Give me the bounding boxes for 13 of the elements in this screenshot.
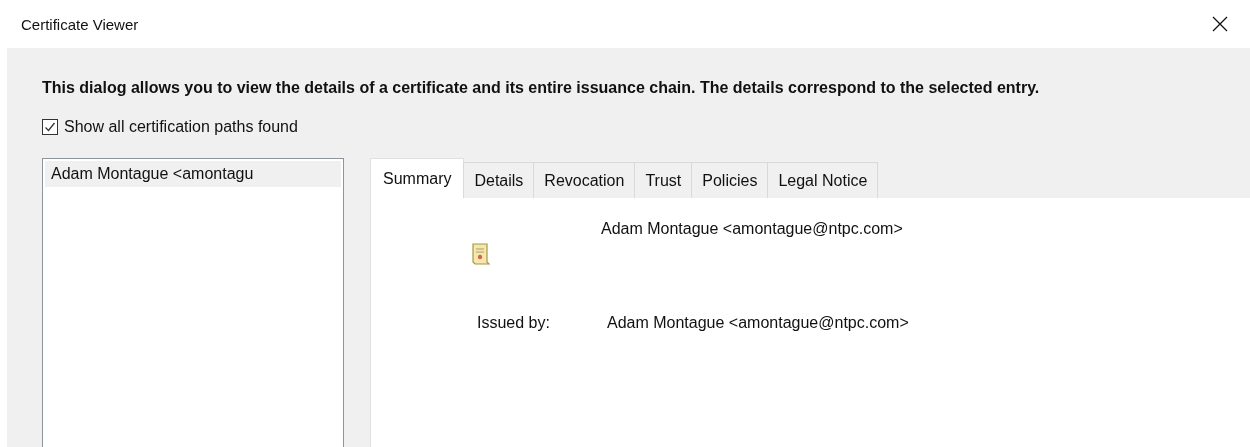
chain-item[interactable]: Adam Montague <amontagu xyxy=(45,161,341,187)
tab[interactable]: Legal Notice xyxy=(767,162,879,198)
close-icon[interactable] xyxy=(1212,16,1228,32)
window-title: Certificate Viewer xyxy=(21,15,139,33)
field-label: Issued by: xyxy=(477,314,551,332)
field-value: Adam Montague <amontague@ntpc.com> xyxy=(607,314,909,332)
description-text: This dialog allows you to view the details of a certificate and its entire issuance chain. The details correspond to the selected entry. xyxy=(42,78,1041,98)
checkbox[interactable] xyxy=(42,119,58,135)
tab[interactable]: Summary xyxy=(370,158,465,198)
tab[interactable]: Details xyxy=(463,162,535,198)
certificate-icon xyxy=(471,242,491,266)
checkbox-label[interactable]: Show all certification paths found xyxy=(64,118,298,136)
subject-name: Adam Montague <amontague@ntpc.com> xyxy=(601,220,903,238)
